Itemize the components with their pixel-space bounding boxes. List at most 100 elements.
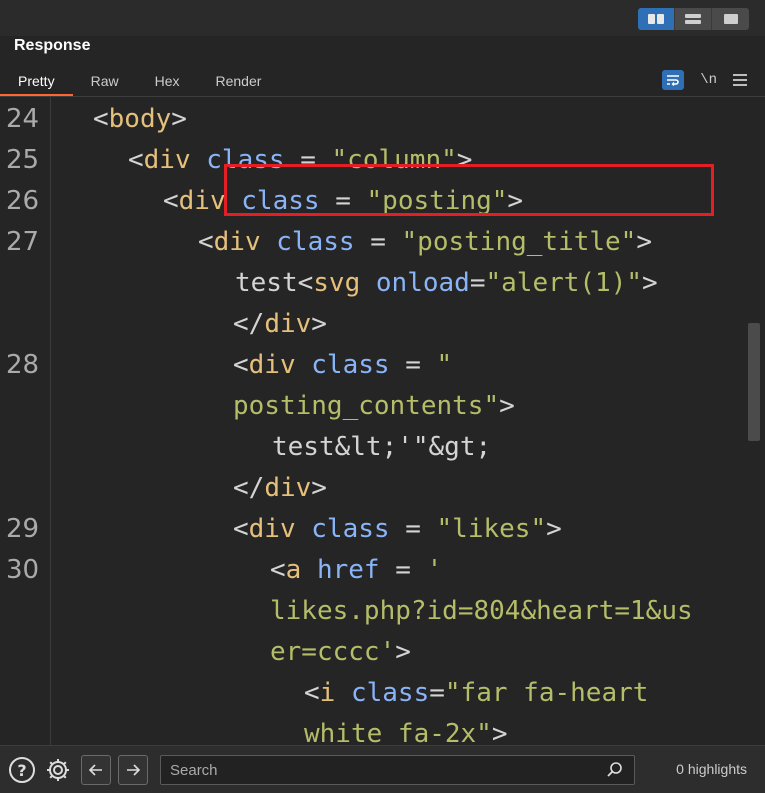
code-token: < (233, 514, 249, 544)
scrollbar-thumb[interactable] (748, 323, 760, 441)
code-token: = (379, 555, 427, 585)
code-text: white fa-2x"> (304, 714, 508, 745)
code-token: ' (426, 555, 443, 585)
next-match-button[interactable] (118, 755, 148, 785)
code-token: < (93, 104, 109, 134)
code-token: class (311, 350, 390, 380)
code-token: likes.php?id=804&heart=1&us (270, 596, 693, 626)
code-token: "alert(1)" (485, 268, 643, 298)
layout-columns-button[interactable] (638, 8, 675, 30)
help-icon[interactable]: ? (9, 757, 35, 783)
code-token: > (491, 719, 508, 745)
code-token: < (198, 227, 214, 257)
code-token: < (233, 350, 249, 380)
layout-toggle (638, 8, 749, 30)
code-token: > (456, 145, 473, 175)
code-token: i (319, 678, 336, 708)
code-token: div (264, 473, 312, 503)
code-text: </div> (233, 304, 327, 345)
code-token: div (248, 350, 296, 380)
code-token: < (297, 268, 314, 298)
code-line: </div> (0, 304, 745, 345)
view-tabs: Pretty Raw Hex Render (0, 66, 279, 96)
code-line: 27 <div class = "posting_title"> (0, 222, 745, 263)
code-token: class (311, 514, 390, 544)
code-token: test&lt;'"&gt; (272, 432, 492, 462)
code-line: 25 <div class = "column"> (0, 140, 745, 181)
layout-rows-button[interactable] (675, 8, 712, 30)
code-token: class (276, 227, 355, 257)
code-line: posting_contents"> (0, 386, 745, 427)
code-token: "posting" (366, 186, 508, 216)
top-bar (0, 0, 765, 36)
code-token: class (241, 186, 320, 216)
code-text: <div class = "column"> (128, 140, 472, 181)
code-text: <div class = "posting"> (163, 181, 523, 222)
line-number: 25 (6, 145, 40, 175)
code-text: <div class = "posting_title"> (198, 222, 652, 263)
arrow-left-icon (88, 764, 102, 776)
search-box (160, 755, 635, 785)
code-line: </div> (0, 468, 745, 509)
code-text: likes.php?id=804&heart=1&us (270, 591, 693, 632)
previous-match-button[interactable] (81, 755, 111, 785)
line-number: 27 (6, 227, 40, 257)
layout-single-button[interactable] (712, 8, 749, 30)
code-text: <div class = " (233, 345, 452, 386)
line-number: 24 (6, 104, 40, 134)
wrap-lines-icon[interactable] (662, 70, 685, 90)
code-editor[interactable]: 24 <body> 25 <div class = "column"> 26 <div c… (0, 97, 765, 745)
code-token: > (311, 309, 327, 339)
code-token: div (248, 514, 296, 544)
layout-rows-icon (685, 14, 701, 24)
code-token: = (429, 678, 445, 708)
code-token: " (436, 350, 453, 380)
code-text: posting_contents"> (233, 386, 515, 427)
view-tools: \n (662, 68, 747, 92)
code-token: = (284, 145, 332, 175)
code-token: < (163, 186, 179, 216)
search-input[interactable] (161, 756, 601, 784)
code-token: = (354, 227, 402, 257)
tab-raw[interactable]: Raw (73, 66, 137, 96)
code-line: 24 <body> (0, 99, 745, 140)
code-token: onload (375, 268, 470, 298)
code-text: test&lt;'"&gt; (272, 427, 491, 468)
tab-hex[interactable]: Hex (137, 66, 198, 96)
code-token: > (642, 268, 658, 298)
code-line: 28 <div class = " (0, 345, 745, 386)
code-line: er=cccc'> (0, 632, 745, 673)
panel-title: Response (14, 37, 91, 54)
line-number: 29 (6, 514, 40, 544)
code-token: "posting_title" (401, 227, 637, 257)
search-icon[interactable] (606, 761, 624, 779)
arrow-right-icon (127, 764, 141, 776)
code-line: likes.php?id=804&heart=1&us (0, 591, 745, 632)
code-token: = (389, 350, 437, 380)
code-token: > (546, 514, 562, 544)
code-token: test (235, 268, 298, 298)
code-text: <i class="far fa-heart (304, 673, 648, 714)
code-line: 29 <div class = "likes"> (0, 509, 745, 550)
code-text: </div> (233, 468, 327, 509)
code-text: <a href = ' (270, 550, 442, 591)
menu-icon[interactable] (733, 74, 747, 86)
code-token: < (128, 145, 144, 175)
code-token: er=cccc' (270, 637, 396, 667)
show-newlines-button[interactable]: \n (700, 72, 717, 88)
code-token: < (304, 678, 320, 708)
code-token: posting_contents" (233, 391, 500, 421)
code-line: <i class="far fa-heart (0, 673, 745, 714)
tab-render[interactable]: Render (198, 66, 280, 96)
code-text: er=cccc'> (270, 632, 411, 673)
code-token: = (319, 186, 367, 216)
code-token: > (499, 391, 515, 421)
gear-icon[interactable] (44, 756, 72, 784)
tab-pretty[interactable]: Pretty (0, 66, 73, 96)
